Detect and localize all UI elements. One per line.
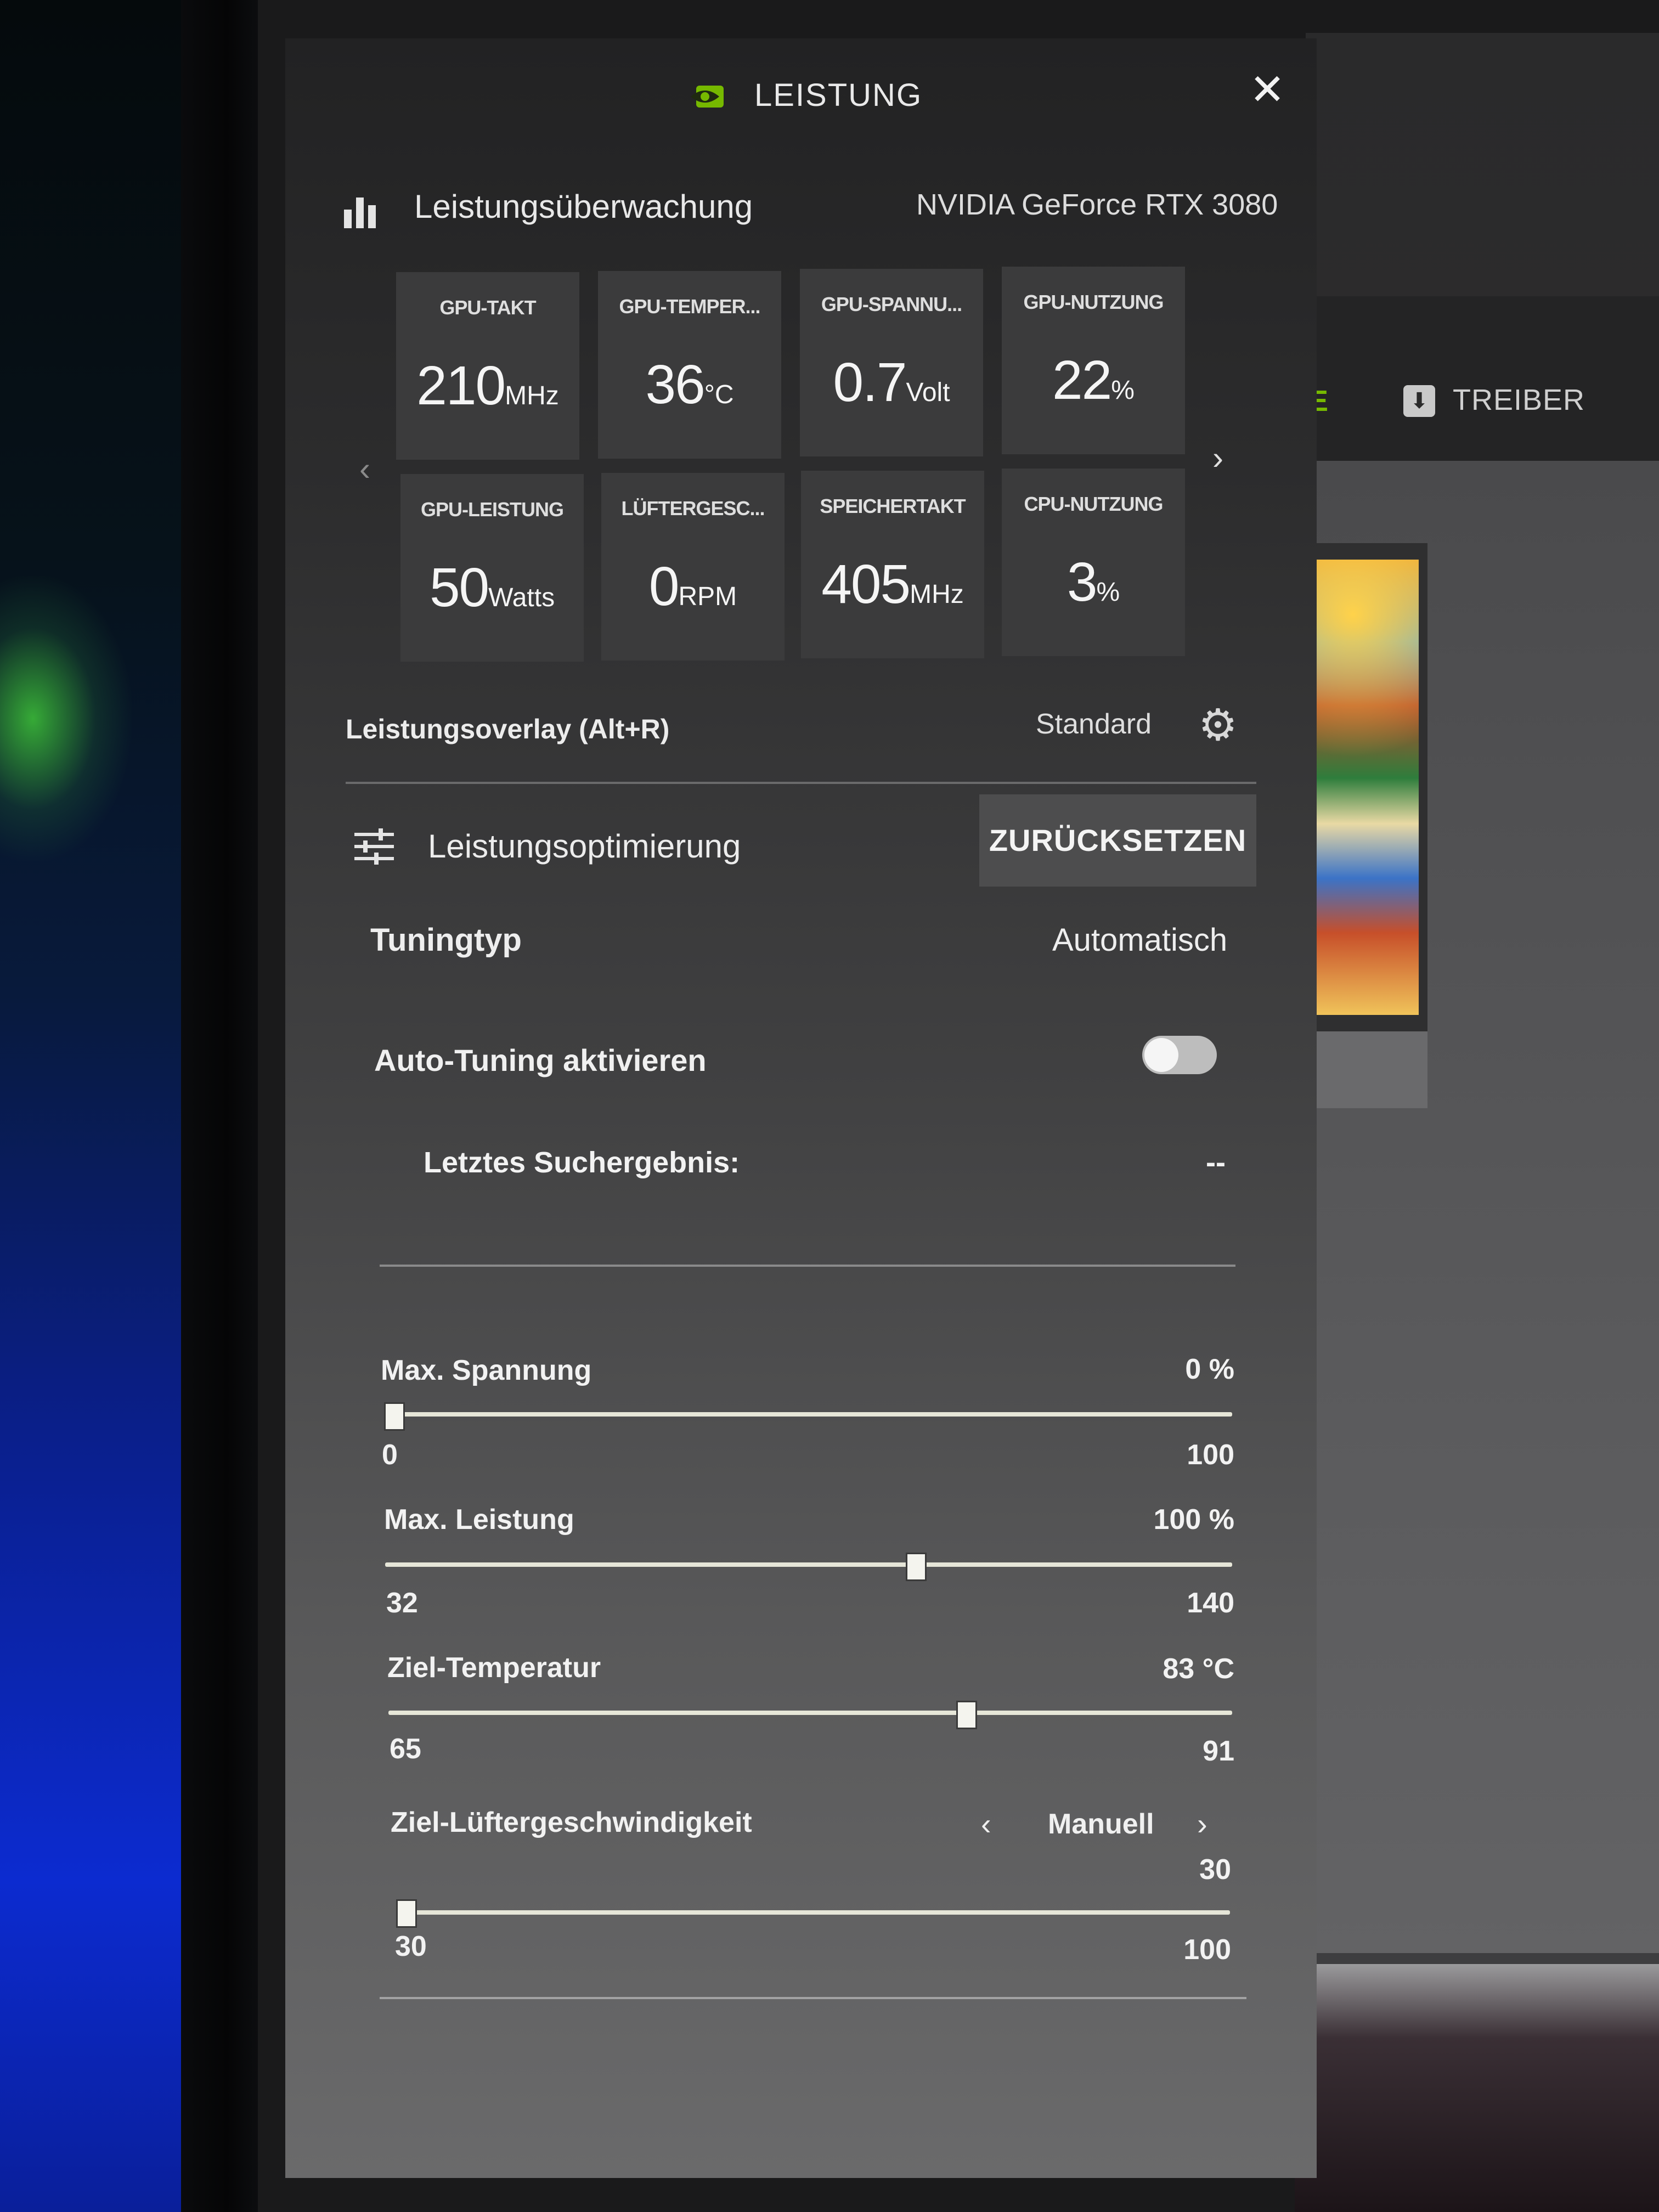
game-cover-image bbox=[1309, 560, 1419, 1015]
target-temperature-slider-thumb[interactable] bbox=[956, 1701, 977, 1729]
divider bbox=[380, 1997, 1246, 1999]
tiles-next-button[interactable]: › bbox=[1212, 439, 1223, 477]
target-fan-speed-slider-track[interactable] bbox=[396, 1910, 1230, 1915]
max-power-max: 140 bbox=[1187, 1587, 1234, 1619]
max-voltage-slider-track[interactable] bbox=[384, 1412, 1232, 1417]
metric-label: CPU-NUTZUNG bbox=[1024, 493, 1164, 515]
metric-tile-gpu-temperature: GPU-TEMPER... 36°C bbox=[598, 271, 781, 459]
target-temperature-label: Ziel-Temperatur bbox=[387, 1652, 601, 1684]
max-voltage-max: 100 bbox=[1187, 1439, 1234, 1471]
metric-value: 405MHz bbox=[821, 554, 964, 615]
metric-label: GPU-LEISTUNG bbox=[420, 498, 564, 521]
max-voltage-value: 0 % bbox=[1185, 1353, 1234, 1385]
fan-mode-next-button[interactable]: › bbox=[1197, 1806, 1207, 1842]
last-search-value: -- bbox=[1206, 1146, 1226, 1179]
toggle-knob bbox=[1144, 1038, 1178, 1072]
metric-tile-cpu-usage: CPU-NUTZUNG 3% bbox=[1002, 469, 1185, 656]
max-voltage-slider-thumb[interactable] bbox=[384, 1402, 405, 1431]
divider bbox=[380, 1265, 1235, 1267]
divider bbox=[346, 782, 1256, 784]
metric-tile-gpu-usage: GPU-NUTZUNG 22% bbox=[1002, 267, 1185, 454]
max-power-min: 32 bbox=[386, 1587, 418, 1619]
reset-button[interactable]: ZURÜCKSETZEN bbox=[979, 794, 1256, 887]
target-temperature-min: 65 bbox=[390, 1733, 421, 1765]
metric-tile-gpu-power: GPU-LEISTUNG 50Watts bbox=[400, 474, 584, 662]
sliders-icon bbox=[354, 828, 394, 865]
metric-value: 3% bbox=[1066, 551, 1120, 613]
metric-value: 210MHz bbox=[416, 355, 559, 416]
target-fan-speed-value: 30 bbox=[1199, 1854, 1231, 1886]
background-bottom bbox=[1295, 1964, 1659, 2212]
target-temperature-value: 83 °C bbox=[1163, 1653, 1234, 1685]
max-voltage-label: Max. Spannung bbox=[381, 1355, 592, 1386]
auto-tuning-toggle[interactable] bbox=[1142, 1036, 1217, 1074]
max-power-value: 100 % bbox=[1153, 1504, 1234, 1536]
auto-tuning-label: Auto-Tuning aktivieren bbox=[374, 1043, 707, 1077]
panel-title: LEISTUNG bbox=[754, 77, 923, 113]
target-fan-speed-min: 30 bbox=[395, 1931, 427, 1962]
fan-mode-value: Manuell bbox=[1048, 1808, 1154, 1840]
metric-label: GPU-TEMPER... bbox=[619, 295, 760, 318]
target-temperature-max: 91 bbox=[1203, 1735, 1234, 1767]
driver-icon: ⬇ bbox=[1403, 385, 1435, 417]
monitor-frame bbox=[181, 0, 258, 2212]
bar-chart-icon bbox=[344, 198, 376, 228]
last-search-label: Letztes Suchergebnis: bbox=[424, 1146, 740, 1179]
background-green-glow bbox=[0, 576, 132, 861]
tiles-prev-button[interactable]: ‹ bbox=[359, 450, 370, 488]
metric-tile-gpu-voltage: GPU-SPANNU... 0.7Volt bbox=[800, 269, 983, 456]
metric-value: 0RPM bbox=[648, 556, 737, 617]
metric-label: GPU-NUTZUNG bbox=[1023, 291, 1164, 313]
metric-tile-fan-speed: LÜFTERGESC... 0RPM bbox=[601, 473, 785, 661]
metric-tile-gpu-clock: GPU-TAKT 210MHz bbox=[396, 272, 579, 460]
overlay-label: Leistungsoverlay (Alt+R) bbox=[346, 714, 670, 744]
max-power-label: Max. Leistung bbox=[384, 1504, 574, 1536]
close-icon[interactable]: ✕ bbox=[1243, 65, 1292, 114]
target-fan-speed-label: Ziel-Lüftergeschwindigkeit bbox=[391, 1807, 752, 1838]
background-app-tabbar bbox=[1306, 296, 1659, 461]
nvidia-logo-icon bbox=[691, 86, 724, 108]
metric-value: 50Watts bbox=[429, 557, 555, 618]
tuning-type-label: Tuningtyp bbox=[370, 922, 522, 958]
max-voltage-min: 0 bbox=[382, 1439, 398, 1471]
metric-value: 36°C bbox=[645, 354, 734, 415]
metric-value: 22% bbox=[1052, 349, 1135, 411]
fan-mode-prev-button[interactable]: ‹ bbox=[981, 1806, 991, 1842]
metric-value: 0.7Volt bbox=[833, 352, 950, 413]
max-power-slider-thumb[interactable] bbox=[905, 1553, 927, 1581]
metric-label: LÜFTERGESC... bbox=[621, 497, 765, 520]
game-card-footer bbox=[1304, 1031, 1427, 1108]
tab-drivers[interactable]: TREIBER bbox=[1453, 383, 1585, 417]
gpu-name: NVIDIA GeForce RTX 3080 bbox=[916, 188, 1278, 221]
target-fan-speed-slider-thumb[interactable] bbox=[396, 1899, 417, 1928]
monitoring-title: Leistungsüberwachung bbox=[414, 188, 753, 225]
max-power-slider-track[interactable] bbox=[385, 1562, 1232, 1567]
metric-label: SPEICHERTAKT bbox=[820, 495, 966, 517]
metric-label: GPU-SPANNU... bbox=[821, 293, 962, 315]
target-fan-speed-max: 100 bbox=[1183, 1934, 1231, 1966]
optimization-title: Leistungsoptimierung bbox=[428, 828, 741, 865]
gear-icon[interactable]: ⚙ bbox=[1195, 702, 1241, 748]
target-temperature-slider-track[interactable] bbox=[388, 1711, 1232, 1715]
metric-label: GPU-TAKT bbox=[439, 296, 536, 319]
metric-tile-memory-clock: SPEICHERTAKT 405MHz bbox=[801, 471, 984, 658]
overlay-style-value[interactable]: Standard bbox=[1036, 708, 1152, 741]
tuning-type-value[interactable]: Automatisch bbox=[1052, 922, 1227, 958]
